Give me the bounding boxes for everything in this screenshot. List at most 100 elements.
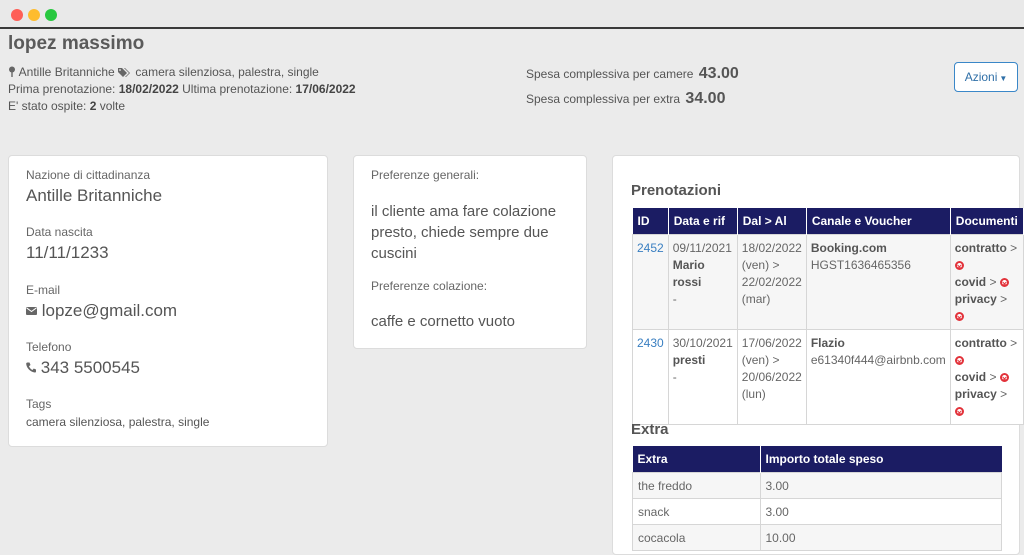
extra-name: snack	[632, 498, 761, 525]
reservation-to: 22/02/2022	[741, 275, 802, 289]
reservation-from-day: (ven) >	[741, 258, 780, 272]
actions-label: Azioni	[964, 70, 998, 84]
rooms-spending: Spesa complessiva per camere 43.00	[526, 65, 739, 83]
email-value: lopze@gmail.com	[41, 301, 178, 320]
guest-nation: Antille Britanniche	[18, 65, 115, 79]
column-header-date[interactable]: Data e rif	[668, 208, 738, 235]
phone-icon	[26, 362, 36, 373]
reservation-ref: presti	[672, 353, 706, 367]
missing-document-icon[interactable]	[954, 259, 964, 276]
nation-value: Antille Britanniche	[26, 186, 163, 205]
reservations-title: Prenotazioni	[631, 182, 722, 199]
column-header-period[interactable]: Dal > Al	[737, 208, 807, 235]
reservation-id-cell: 2430	[632, 329, 669, 425]
reservation-from: 17/06/2022	[741, 336, 802, 350]
guest-tags: camera silenziosa, palestra, single	[135, 65, 319, 79]
phone-value: 343 5500545	[40, 358, 141, 377]
missing-document-icon[interactable]	[999, 371, 1009, 388]
extras-table: Extra Importo totale speso the freddo 3.…	[632, 446, 1002, 551]
table-row: the freddo 3.00	[632, 472, 1002, 499]
extra-name: cocacola	[632, 524, 761, 551]
missing-document-icon[interactable]	[954, 310, 964, 327]
reservations-table: ID Data e rif Dal > Al Canale e Voucher …	[632, 208, 1024, 425]
reservation-date: 30/10/2021	[672, 336, 733, 350]
reservation-id-link[interactable]: 2452	[637, 241, 664, 255]
general-preferences-value: il cliente ama fare colazione presto, ch…	[371, 203, 557, 262]
email-label: E-mail	[26, 283, 61, 297]
guest-name: lopez massimo	[8, 33, 145, 54]
reservation-date: 09/11/2021	[672, 241, 732, 255]
tags-value: camera silenziosa, palestra, single	[26, 415, 210, 429]
reservation-documents-cell: contratto > covid > privacy >	[949, 329, 1024, 425]
reservation-to-day: (mar)	[741, 292, 771, 306]
reservation-date-cell: 09/11/2021 Mario rossi -	[667, 234, 738, 330]
missing-document-icon[interactable]	[954, 405, 964, 422]
birth-label: Data nascita	[26, 225, 93, 239]
document-privacy[interactable]: privacy	[955, 292, 997, 306]
document-covid[interactable]: covid	[955, 370, 986, 384]
document-contratto[interactable]: contratto	[955, 336, 1007, 350]
caret-down-icon: ▼	[999, 74, 1008, 83]
actions-dropdown-button[interactable]: Azioni ▼	[954, 62, 1018, 92]
first-booking-label: Prima prenotazione:	[8, 82, 116, 96]
guest-stays: E' stato ospite: 2 volte	[8, 99, 125, 113]
missing-document-icon[interactable]	[954, 354, 964, 371]
reservation-channel: Flazio	[810, 336, 845, 350]
reservation-channel-cell: Flazio e61340f444@airbnb.com	[805, 329, 951, 425]
breakfast-preferences-label: Preferenze colazione:	[371, 279, 488, 293]
extra-spending-label: Spesa complessiva per extra	[526, 92, 681, 106]
guest-location-tags: Antille Britanniche camera silenziosa, p…	[8, 65, 319, 79]
reservation-from-day: (ven) >	[741, 353, 780, 367]
reservation-channel-cell: Booking.com HGST1636465356	[805, 234, 951, 330]
document-privacy[interactable]: privacy	[955, 387, 997, 401]
envelope-icon	[26, 307, 37, 315]
close-window-button[interactable]	[11, 9, 23, 21]
tags-label: Tags	[26, 397, 52, 411]
reservation-ref: Mario rossi	[672, 258, 705, 289]
reservation-id-link[interactable]: 2430	[637, 336, 664, 350]
extra-amount: 3.00	[759, 472, 1002, 499]
reservation-date-cell: 30/10/2021 presti -	[667, 329, 738, 425]
reservation-period-cell: 17/06/2022 (ven) > 20/06/2022 (lun)	[736, 329, 807, 425]
stays-suffix: volte	[99, 99, 126, 113]
column-header-documents[interactable]: Documenti	[950, 208, 1024, 235]
general-preferences-label: Preferenze generali:	[371, 168, 480, 182]
reservations-header-row: ID Data e rif Dal > Al Canale e Voucher …	[632, 208, 1024, 235]
birth-value: 11/11/1233	[26, 243, 109, 262]
extra-amount: 10.00	[759, 524, 1002, 551]
stays-label: E' stato ospite:	[8, 99, 87, 113]
column-header-id[interactable]: ID	[632, 208, 669, 235]
reservation-id-cell: 2452	[632, 234, 669, 330]
reservations-card: Prenotazioni ID Data e rif Dal > Al Cana…	[612, 155, 1024, 555]
document-covid[interactable]: covid	[955, 275, 986, 289]
reservation-to: 20/06/2022	[741, 370, 802, 384]
phone-field: 343 5500545	[26, 358, 140, 378]
map-marker-icon	[9, 66, 15, 77]
reservation-period-cell: 18/02/2022 (ven) > 22/02/2022 (mar)	[736, 234, 807, 330]
column-header-channel[interactable]: Canale e Voucher	[806, 208, 951, 235]
table-row: cocacola 10.00	[632, 524, 1002, 551]
tags-icon	[118, 68, 131, 77]
extra-spending: Spesa complessiva per extra 34.00	[526, 90, 725, 108]
last-booking-label: Ultima prenotazione:	[182, 82, 293, 96]
extra-amount: 3.00	[759, 498, 1002, 525]
table-row: 2452 09/11/2021 Mario rossi - 18/02/2022…	[632, 234, 1024, 330]
phone-label: Telefono	[26, 340, 72, 354]
maximize-window-button[interactable]	[45, 9, 57, 21]
rooms-spending-label: Spesa complessiva per camere	[526, 67, 694, 81]
column-header-extra[interactable]: Extra	[632, 446, 761, 473]
reservation-channel: Booking.com	[810, 241, 887, 255]
last-booking-date: 17/06/2022	[295, 82, 356, 96]
extras-header-row: Extra Importo totale speso	[632, 446, 1002, 473]
guest-booking-dates: Prima prenotazione: 18/02/2022 Ultima pr…	[8, 82, 356, 96]
document-contratto[interactable]: contratto	[955, 241, 1007, 255]
window-titlebar	[0, 0, 1024, 29]
stays-count: 2	[89, 99, 97, 113]
breakfast-preferences-value: caffe e cornetto vuoto	[371, 313, 515, 330]
preferences-card: Preferenze generali: il cliente ama fare…	[353, 155, 587, 349]
table-row: 2430 30/10/2021 presti - 17/06/2022 (ven…	[632, 329, 1024, 425]
first-booking-date: 18/02/2022	[118, 82, 179, 96]
missing-document-icon[interactable]	[999, 276, 1009, 293]
column-header-amount[interactable]: Importo totale speso	[760, 446, 1002, 473]
minimize-window-button[interactable]	[28, 9, 40, 21]
